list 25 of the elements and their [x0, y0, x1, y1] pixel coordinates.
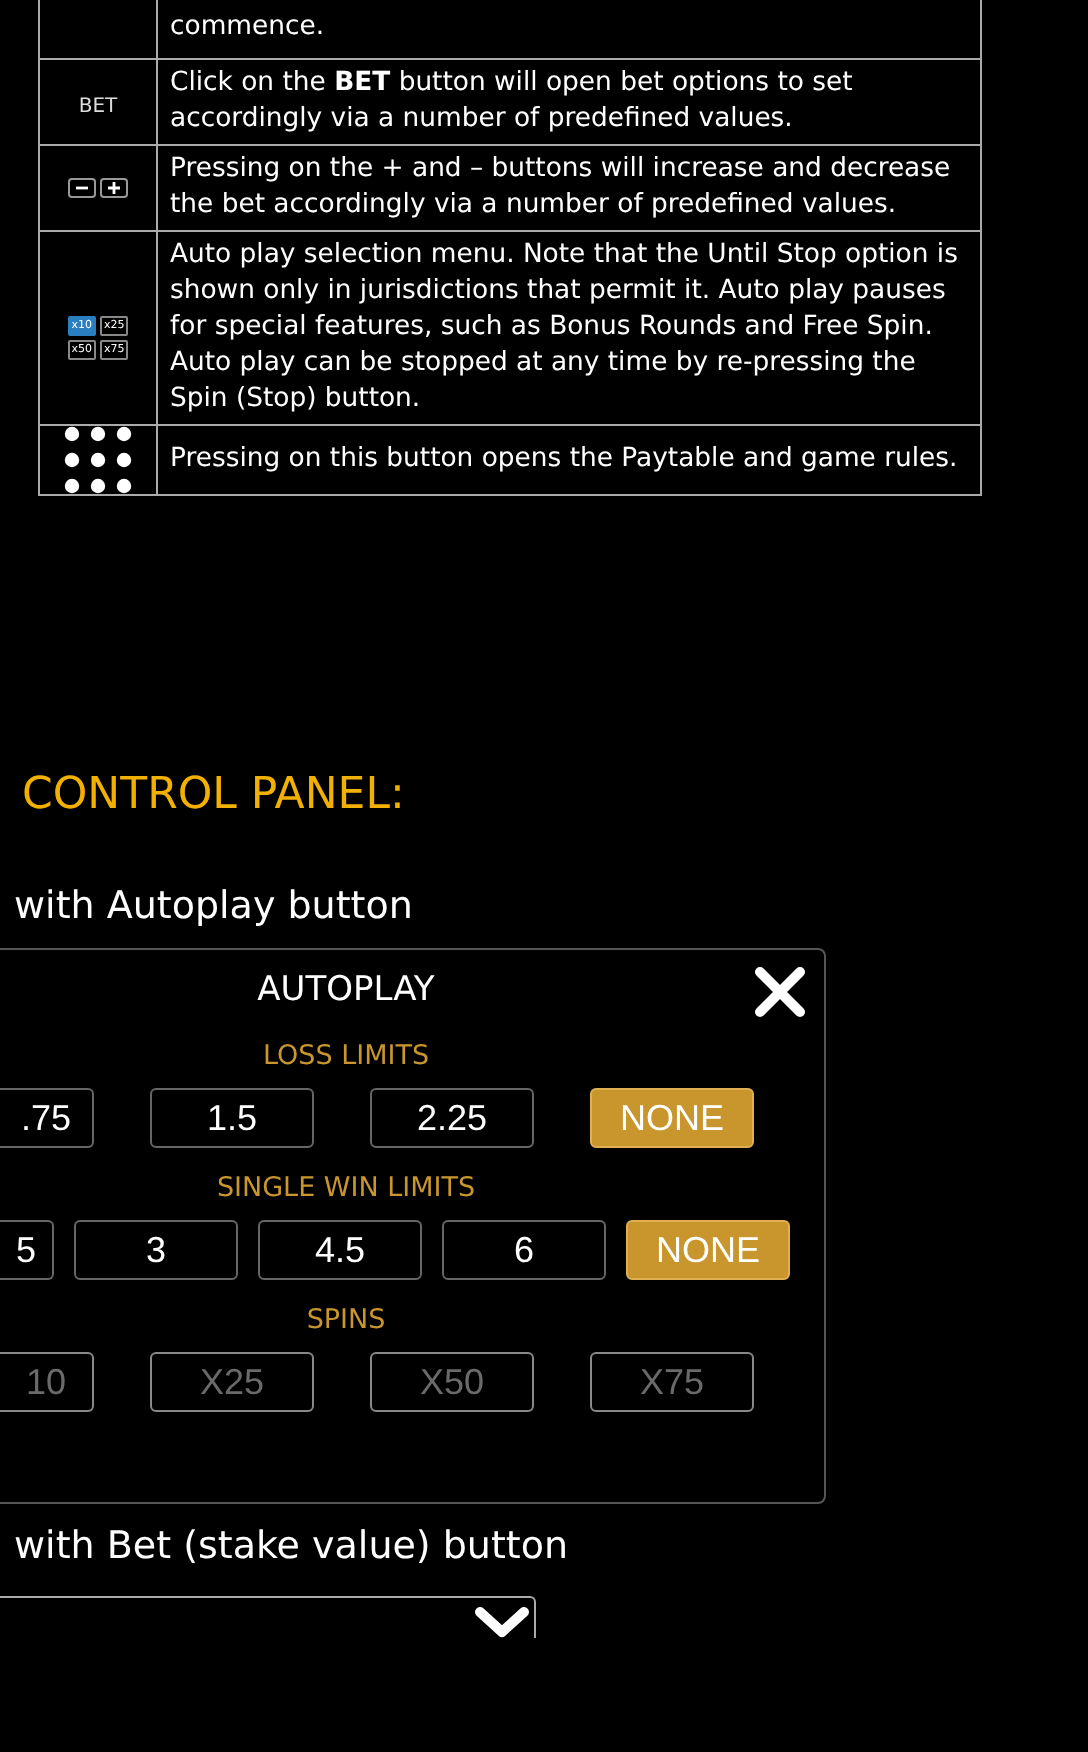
section-heading: CONTROL PANEL:	[22, 767, 407, 823]
option-button[interactable]: 6	[442, 1219, 606, 1279]
caption: with Bet (stake value) button	[14, 1521, 571, 1569]
minus-plus-icon	[68, 178, 128, 199]
option-button[interactable]: 3	[74, 1219, 238, 1279]
close-icon[interactable]	[754, 965, 806, 1017]
section-label: LOSS LIMITS	[260, 1037, 432, 1073]
bet-label: BET	[78, 95, 118, 117]
option-button[interactable]: 1.5	[150, 1087, 314, 1147]
chevron-down-icon	[474, 1605, 530, 1637]
rule-description: Pressing on the + and – buttons will increase and decrease the bet accordingly via a number of predefined values.	[170, 153, 951, 219]
caption: with Autoplay button	[14, 881, 415, 929]
section-label: SPINS	[304, 1301, 388, 1337]
option-button[interactable]: 4.5	[258, 1219, 422, 1279]
dialog-title: AUTOPLAY	[255, 967, 437, 1009]
rule-description: Click on the BET button will open bet options to set accordingly via a number of predefined values.	[170, 67, 853, 133]
option-button[interactable]: 2.25	[370, 1087, 534, 1147]
dots-grid-icon	[64, 425, 132, 493]
option-button[interactable]: 5	[0, 1219, 54, 1279]
rule-description: commence.	[170, 11, 325, 41]
section-label: SINGLE WIN LIMITS	[214, 1169, 478, 1205]
rule-description: Auto play selection menu. Note that the Until Stop option is shown only in jurisdictions that permit it. Auto play pauses for special features, such as Bonus Rounds and Free Spin. Auto play can be stopped at any time by re-pressing the Spin (Stop) button.	[170, 239, 958, 413]
dropdown[interactable]	[0, 1595, 536, 1637]
option-button[interactable]: .75	[0, 1087, 94, 1147]
rule-description: Pressing on this button opens the Paytable and game rules.	[170, 443, 958, 473]
